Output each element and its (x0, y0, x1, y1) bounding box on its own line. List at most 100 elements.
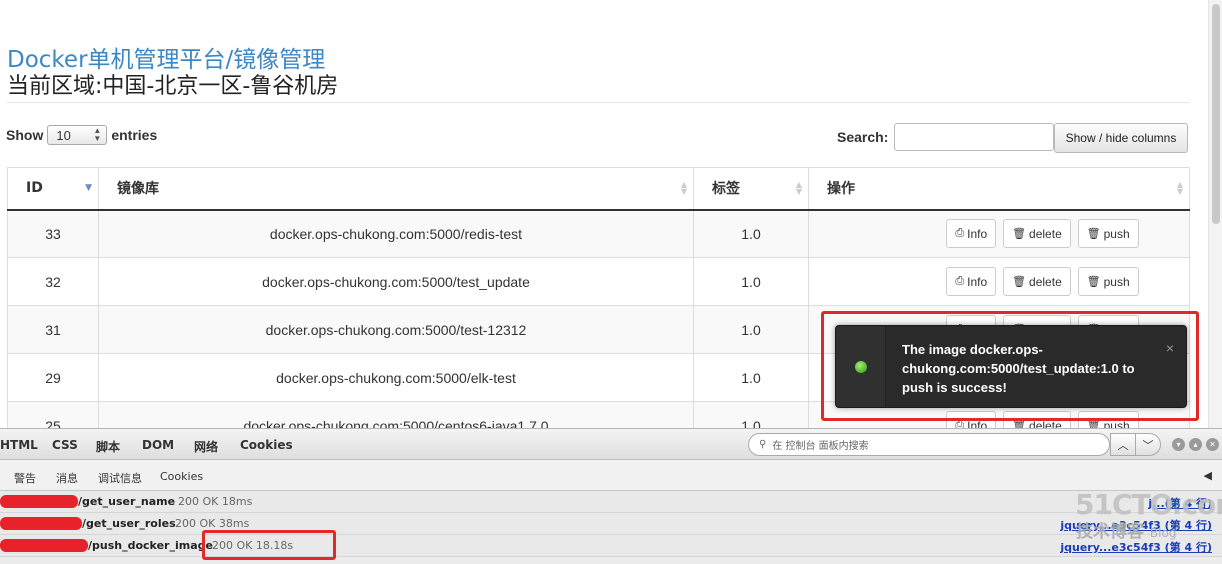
tab-dom[interactable]: DOM (142, 438, 174, 452)
scrollbar-thumb[interactable] (1212, 4, 1220, 224)
table-row: 33 docker.ops-chukong.com:5000/redis-tes… (7, 209, 1190, 258)
trash-icon: 🗑 (1086, 228, 1101, 241)
console-search-input[interactable]: ⚲ 在 控制台 面板内搜索 (748, 433, 1110, 456)
log-url: /get_user_roles (82, 517, 176, 530)
button-label: Info (967, 274, 988, 289)
print-icon: ⎙ (955, 227, 965, 240)
table-row: 32 docker.ops-chukong.com:5000/test_upda… (7, 257, 1190, 306)
cell-tag: 1.0 (693, 353, 809, 402)
tab-css[interactable]: CSS (52, 438, 78, 452)
trash-icon: 🗑 (1012, 276, 1027, 288)
cell-tag: 1.0 (693, 209, 809, 258)
redacted-host (0, 495, 78, 508)
log-row[interactable]: /get_user_roles 200 OK 38ms jquery...e3c… (0, 513, 1222, 535)
column-header-label: 标签 (712, 181, 740, 198)
column-header-label: ID (26, 180, 43, 197)
cell-repo: docker.ops-chukong.com:5000/elk-test (98, 353, 694, 402)
page-scrollbar[interactable] (1208, 0, 1222, 428)
sort-icon: ▲ ▼ (1176, 180, 1183, 196)
page-length-value: 10 (56, 127, 71, 143)
search-input[interactable] (894, 123, 1055, 151)
tab-cookies-filter[interactable]: Cookies (160, 470, 203, 483)
tab-network[interactable]: 网络 (194, 438, 218, 455)
tab-messages[interactable]: 消息 (56, 470, 78, 486)
page-subtitle: 当前区域:中国-北京一区-鲁谷机房 (7, 74, 339, 99)
button-label: push (1103, 274, 1130, 289)
tab-cookies[interactable]: Cookies (240, 438, 293, 452)
info-button[interactable]: ⎙Info (946, 267, 997, 296)
log-url: /push_docker_image (88, 539, 213, 552)
tab-debug-info[interactable]: 调试信息 (98, 470, 142, 486)
cell-id: 33 (7, 209, 99, 258)
cell-repo: docker.ops-chukong.com:5000/centos6-java… (98, 401, 694, 428)
tab-script[interactable]: 脚本 (96, 438, 120, 455)
show-label: Show (6, 127, 44, 143)
close-icon[interactable]: ✕ (1206, 438, 1219, 451)
sort-desc-icon: ▼ (85, 183, 92, 193)
minimize-icon[interactable]: ▾ (1172, 438, 1185, 451)
divider (7, 102, 1190, 103)
trash-icon: 🗑 (1012, 228, 1027, 241)
cell-repo: docker.ops-chukong.com:5000/redis-test (98, 209, 694, 258)
search-area: Search: (837, 123, 1055, 151)
sort-icon: ▲ ▼ (680, 180, 687, 196)
delete-button[interactable]: 🗑delete (1003, 267, 1071, 296)
button-label: delete (1029, 226, 1062, 241)
redacted-host (0, 517, 82, 530)
highlight-box-duration (202, 530, 336, 560)
delete-button[interactable]: 🗑delete (1003, 219, 1071, 249)
tab-html[interactable]: HTML (0, 438, 38, 452)
cell-repo: docker.ops-chukong.com:5000/test-12312 (98, 305, 694, 354)
cell-tag: 1.0 (693, 257, 809, 306)
select-arrows-icon: ▲ ▼ (93, 126, 102, 143)
caret-left-icon[interactable]: ◀ (1204, 469, 1212, 482)
table-header-row: ID ▼ 镜像库 ▲ ▼ 标签 ▲ ▼ 操作 ▲ ▼ (7, 167, 1190, 211)
log-url: /get_user_name (78, 495, 176, 508)
console-filter-tabs: 警告 消息 调试信息 Cookies ◀ (0, 460, 1222, 491)
search-placeholder: 在 控制台 面板内搜索 (772, 441, 869, 452)
cell-id: 32 (7, 257, 99, 306)
push-button[interactable]: 🗑push (1077, 219, 1139, 249)
search-label: Search: (837, 129, 889, 145)
tab-warnings[interactable]: 警告 (14, 470, 36, 486)
cell-actions: ⎙Info 🗑delete 🗑push (808, 257, 1190, 306)
column-header-repo[interactable]: 镜像库 ▲ ▼ (98, 167, 694, 211)
cell-actions: ⎙Info 🗑delete 🗑push (808, 209, 1190, 258)
cell-repo: docker.ops-chukong.com:5000/test_update (98, 257, 694, 306)
window-buttons: ▾ ▴ ✕ (1172, 438, 1219, 451)
chevron-up-icon[interactable]: ︿ (1111, 434, 1136, 455)
log-status: 200 OK 18ms (178, 495, 253, 508)
highlight-box-notification (821, 311, 1199, 421)
chevron-down-icon[interactable]: ﹀ (1136, 434, 1160, 455)
cell-id: 25 (7, 401, 99, 428)
column-header-tag[interactable]: 标签 ▲ ▼ (693, 167, 809, 211)
info-button[interactable]: ⎙Info (946, 219, 997, 249)
column-header-label: 镜像库 (117, 181, 159, 198)
button-label: Info (967, 226, 988, 241)
trash-icon: 🗑 (1086, 276, 1101, 288)
page-length-control: Show 10 ▲ ▼ entries (6, 125, 157, 145)
watermark-subtitle: 技术博客 Blog (1076, 517, 1176, 542)
cell-tag: 1.0 (693, 305, 809, 354)
redacted-host (0, 539, 88, 552)
button-label: push (1103, 226, 1130, 241)
button-label: delete (1029, 274, 1062, 289)
devtools-panel: HTML CSS 脚本 DOM 网络 Cookies ⚲ 在 控制台 面板内搜索… (0, 428, 1222, 564)
sort-icon: ▲ ▼ (795, 180, 802, 196)
cell-id: 29 (7, 353, 99, 402)
print-icon: ⎙ (955, 275, 965, 287)
column-header-actions[interactable]: 操作 ▲ ▼ (808, 167, 1190, 211)
entries-label: entries (111, 127, 158, 143)
search-icon: ⚲ (759, 439, 767, 450)
log-row[interactable]: /get_user_name 200 OK 18ms j...(第 4 行) (0, 491, 1222, 513)
watermark-sub-text: 技术博客 (1076, 522, 1144, 542)
main-page: Docker单机管理平台/镜像管理 当前区域:中国-北京一区-鲁谷机房 Show… (0, 0, 1222, 428)
detach-icon[interactable]: ▴ (1189, 438, 1202, 451)
log-status: 200 OK 38ms (175, 517, 250, 530)
show-hide-columns-button[interactable]: Show / hide columns (1054, 123, 1188, 153)
push-button[interactable]: 🗑push (1077, 267, 1139, 296)
column-header-id[interactable]: ID ▼ (7, 167, 99, 211)
log-row[interactable]: /push_docker_image 200 OK 18.18s jquery.… (0, 535, 1222, 557)
search-nav-buttons: ︿ ﹀ (1110, 433, 1161, 456)
page-length-select[interactable]: 10 ▲ ▼ (47, 125, 108, 145)
